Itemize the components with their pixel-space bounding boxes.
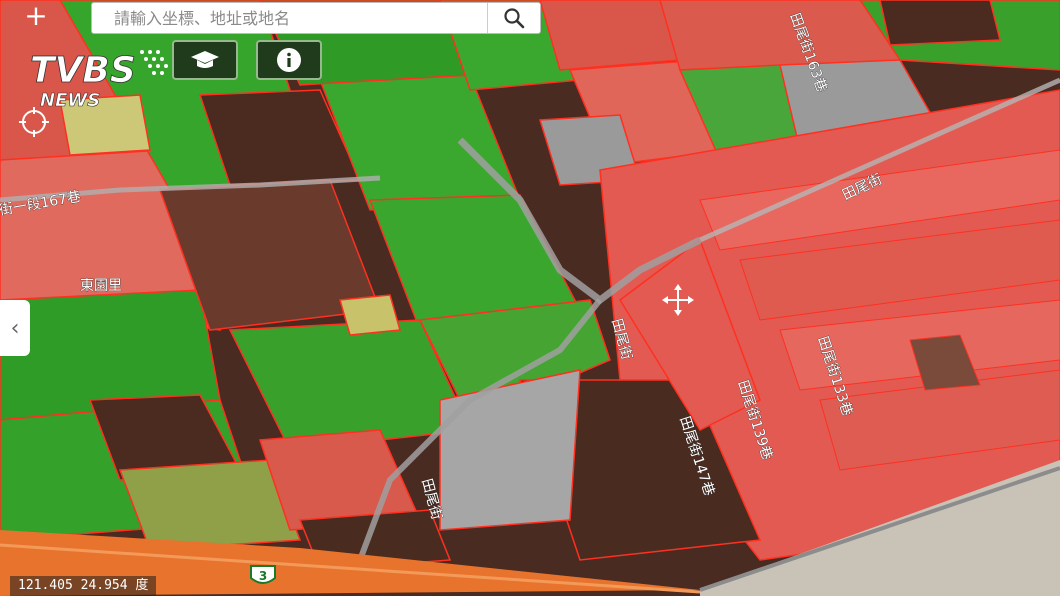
coordinate-readout: 121.405 24.954 度 [10,576,157,596]
collapse-panel-button[interactable]: ‹ [0,300,30,356]
svg-text:TVBS: TVBS [30,50,136,91]
locate-icon[interactable] [18,106,50,138]
zoom-in-button[interactable]: + [14,2,58,30]
search-bar [91,2,541,34]
search-button[interactable] [487,3,540,33]
route-shield-icon: 3 [250,565,276,584]
svg-text:3: 3 [259,569,267,583]
search-icon [504,8,525,29]
info-icon [277,48,301,72]
map-label-dongyuan: 東園里 [80,278,122,294]
search-input[interactable] [92,3,487,33]
info-button[interactable] [256,40,322,80]
tvbs-logo: TVBS NEWS [30,50,168,110]
chevron-left-icon: ‹ [10,315,20,341]
graduation-cap-icon [191,51,219,68]
